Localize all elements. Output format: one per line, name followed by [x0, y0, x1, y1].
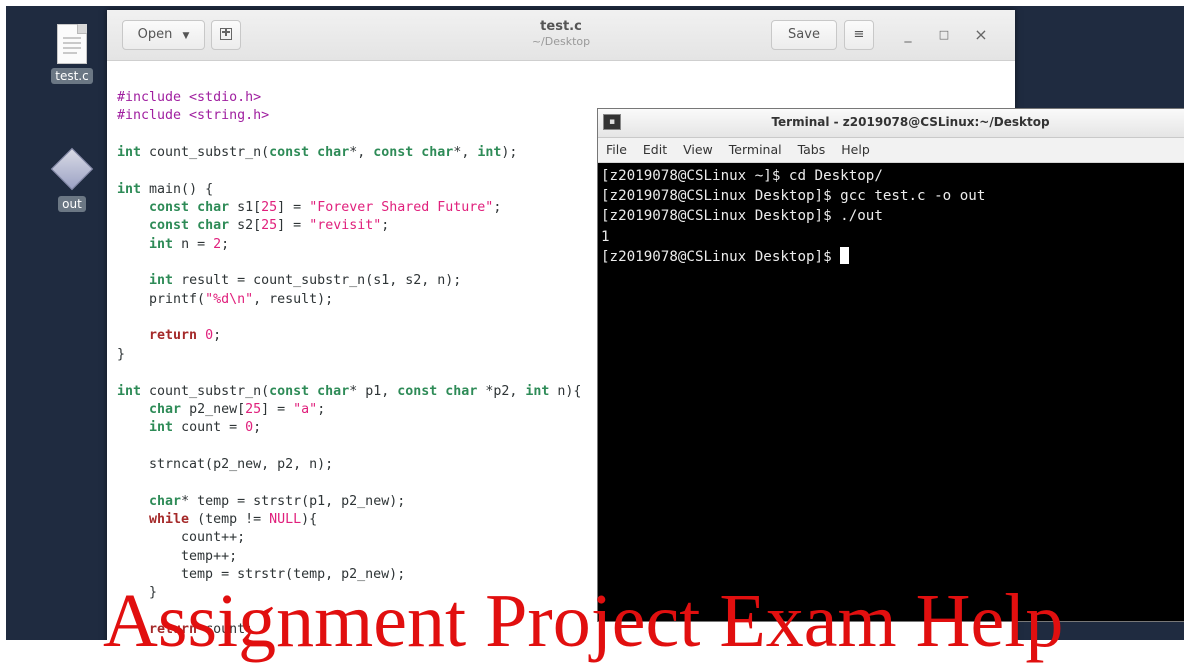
minimize-button[interactable]: _: [897, 24, 919, 46]
desktop: test.c out Open ▼ test.c ~/Desktop Save: [6, 6, 1184, 640]
watermark-text: Assignment Project Exam Help: [103, 579, 1064, 663]
terminal-title: Terminal - z2019078@CSLinux:~/Desktop: [771, 115, 1050, 129]
terminal-title-bar[interactable]: ▪ Terminal - z2019078@CSLinux:~/Desktop: [598, 109, 1184, 138]
terminal-line: 1: [601, 228, 610, 245]
window-subtitle: ~/Desktop: [531, 35, 591, 48]
menu-edit[interactable]: Edit: [643, 142, 667, 157]
editor-header-bar: Open ▼ test.c ~/Desktop Save ≡ _ □ ×: [107, 10, 1015, 61]
terminal-prompt: [z2019078@CSLinux Desktop]$: [601, 248, 841, 265]
terminal-line: [z2019078@CSLinux Desktop]$ gcc test.c -…: [601, 188, 986, 205]
menu-help[interactable]: Help: [841, 142, 870, 157]
desktop-icon-out[interactable]: out: [42, 147, 102, 212]
save-button[interactable]: Save: [771, 20, 837, 50]
terminal-line: [z2019078@CSLinux Desktop]$ ./out: [601, 208, 883, 225]
maximize-icon: □: [938, 28, 950, 41]
terminal-cursor: [840, 246, 850, 264]
maximize-button[interactable]: □: [933, 24, 955, 46]
terminal-window: ▪ Terminal - z2019078@CSLinux:~/Desktop …: [597, 108, 1184, 622]
hamburger-menu-button[interactable]: ≡: [844, 20, 874, 50]
executable-icon: [50, 147, 94, 191]
window-title: test.c: [540, 19, 582, 34]
menu-view[interactable]: View: [683, 142, 713, 157]
desktop-icon-test-c[interactable]: test.c: [42, 24, 102, 84]
window-title-block: test.c ~/Desktop: [107, 19, 1015, 48]
terminal-menu-bar: File Edit View Terminal Tabs Help: [598, 138, 1184, 163]
text-file-icon: [57, 24, 87, 64]
close-button[interactable]: ×: [970, 24, 992, 46]
code-line: #include <stdio.h>: [117, 90, 262, 105]
minimize-icon: _: [904, 27, 912, 43]
desktop-icon-label: test.c: [51, 68, 93, 84]
close-icon: ×: [974, 25, 988, 44]
hamburger-menu-icon: ≡: [853, 27, 865, 42]
menu-tabs[interactable]: Tabs: [798, 142, 826, 157]
menu-file[interactable]: File: [606, 142, 627, 157]
terminal-prompt-line: [z2019078@CSLinux Desktop]$: [601, 246, 1184, 267]
terminal-line: [z2019078@CSLinux ~]$ cd Desktop/: [601, 168, 883, 184]
desktop-icon-label: out: [58, 196, 86, 212]
terminal-app-icon: ▪: [603, 114, 621, 130]
terminal-output[interactable]: [z2019078@CSLinux ~]$ cd Desktop/ [z2019…: [598, 163, 1184, 267]
menu-terminal[interactable]: Terminal: [729, 142, 782, 157]
save-button-label: Save: [788, 27, 820, 42]
